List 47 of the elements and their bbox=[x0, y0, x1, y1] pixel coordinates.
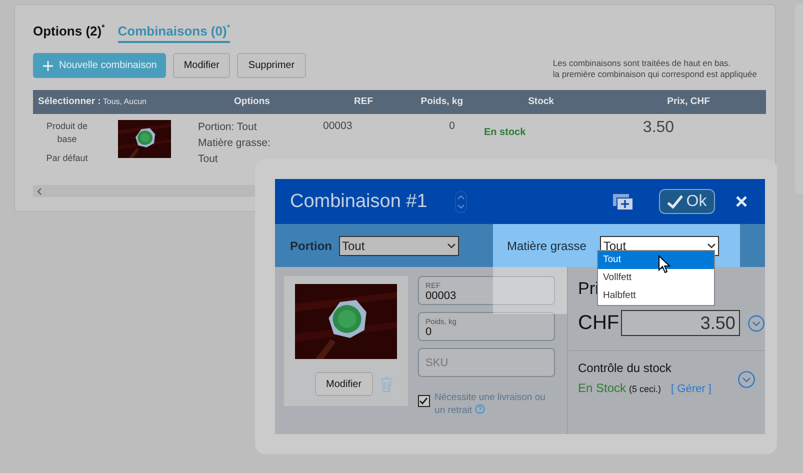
action-button[interactable]: Supprimer bbox=[237, 53, 306, 78]
help-text: Les combinaisons sont traitées de haut en bas. bbox=[552, 58, 732, 68]
edit-image-button[interactable]: Modifier bbox=[315, 372, 373, 396]
help-text: la première combinaison qui correspond est appliquée bbox=[552, 68, 757, 80]
table-cell-text: En stock bbox=[483, 126, 527, 140]
checkbox[interactable] bbox=[418, 395, 430, 407]
plus-icon bbox=[43, 60, 53, 70]
expand-icon[interactable] bbox=[738, 370, 755, 388]
table-header-cell: Options bbox=[193, 90, 311, 114]
action-button[interactable]: Modifier bbox=[172, 53, 230, 78]
table-cell-text: Par défaut bbox=[45, 152, 89, 165]
expand-icon[interactable] bbox=[748, 314, 765, 332]
field-label: Portion bbox=[290, 238, 332, 252]
table-header-cell: Poids, kg bbox=[381, 90, 471, 114]
section-title: Contrôle du stock bbox=[578, 361, 672, 375]
dropdown-option[interactable]: Vollfett bbox=[598, 269, 714, 287]
check-icon bbox=[667, 194, 684, 208]
dropdown[interactable]: Tout bbox=[339, 236, 459, 256]
chevron-down-icon bbox=[707, 242, 716, 248]
scrollbar[interactable] bbox=[33, 185, 255, 197]
spinner-icon[interactable] bbox=[455, 190, 468, 212]
ok-button[interactable]: Ok bbox=[659, 189, 715, 214]
currency-label: CHF bbox=[578, 312, 620, 334]
cursor-icon bbox=[658, 255, 671, 274]
table-cell-text: Produit de base bbox=[45, 120, 89, 146]
stock-count: (5 ceci.) bbox=[629, 384, 662, 394]
help-icon[interactable] bbox=[474, 404, 485, 414]
tab[interactable]: Options (2)$^{*}$ bbox=[33, 23, 105, 42]
copy-add-icon[interactable] bbox=[613, 194, 633, 210]
table-header-cell: Prix, CHF bbox=[611, 90, 766, 114]
table-header-cell: REF bbox=[311, 90, 381, 114]
table-cell-text: Portion: Tout Matière grasse: Tout bbox=[197, 120, 272, 167]
dialog-title: Combinaison #1 bbox=[290, 190, 428, 212]
table-cell-text: 3.50 bbox=[642, 118, 676, 138]
checkbox-label: Nécessite une livraison ou un retrait bbox=[434, 392, 546, 417]
table-cell-text: 0 bbox=[448, 119, 456, 134]
stock-status: En Stock bbox=[578, 381, 626, 395]
table-cell-text: 00003 bbox=[322, 119, 354, 134]
chevron-down-icon bbox=[447, 242, 456, 248]
price-field[interactable]: 3.50 bbox=[621, 310, 740, 336]
dropdown-option[interactable]: Tout bbox=[598, 251, 714, 269]
close-icon[interactable] bbox=[736, 196, 747, 207]
table-header-cell: Stock bbox=[471, 90, 611, 114]
field-label: Matière grasse bbox=[507, 238, 586, 252]
dropdown-option[interactable]: Halbfett bbox=[598, 287, 714, 305]
table-header-cell: Sélectionner : Tous, Aucun bbox=[33, 90, 193, 114]
check-icon bbox=[419, 397, 428, 405]
